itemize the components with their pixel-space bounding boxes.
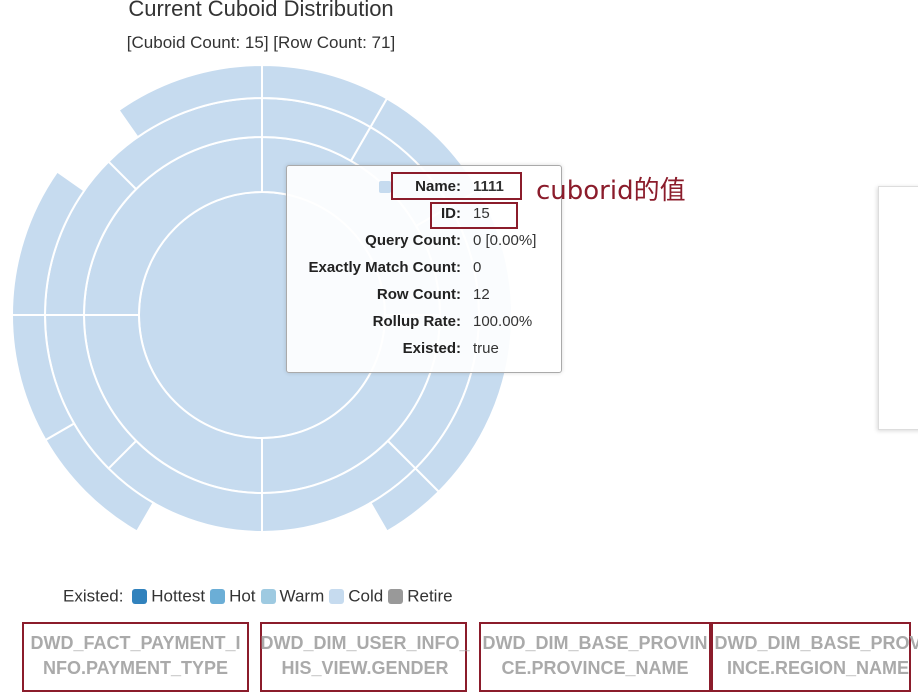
legend-text: Retire	[407, 586, 453, 606]
tooltip-row: ID: 15	[287, 205, 561, 225]
dimension-label-4: DWD_DIM_BASE_PROVINCE.REGION_NAME	[714, 633, 918, 678]
legend-swatch	[210, 589, 226, 605]
tooltip-label: Exactly Match Count:	[308, 259, 461, 276]
dimension-label-2: DWD_DIM_USER_INFO_HIS_VIEW.GENDER	[260, 633, 470, 678]
tooltip-row: Query Count: 0 [0.00%]	[287, 232, 561, 252]
legend-item-cold[interactable]: Cold	[325, 586, 384, 606]
legend: Existed: Hottest Hot Warm Cold Retire	[63, 586, 454, 607]
legend-text: Hottest	[151, 586, 206, 606]
legend-text: Hot	[229, 586, 256, 606]
tooltip-value: 100.00%	[473, 313, 533, 330]
legend-item-warm[interactable]: Warm	[257, 586, 325, 606]
legend-item-hot[interactable]: Hot	[206, 586, 256, 606]
tooltip-row: Exactly Match Count: 0	[287, 259, 561, 279]
legend-item-hottest[interactable]: Hottest	[128, 586, 206, 606]
tooltip-row: Row Count: 12	[287, 286, 561, 306]
dimension-label-1: DWD_FACT_PAYMENT_INFO.PAYMENT_TYPE	[30, 633, 241, 678]
legend-label: Existed:	[63, 586, 124, 606]
id-highlight-box	[430, 202, 518, 229]
annotation-text: cuborid的值	[536, 176, 686, 206]
name-highlight-box	[391, 172, 522, 200]
tooltip-label: Existed:	[402, 340, 461, 357]
tooltip-label: Row Count:	[376, 286, 461, 303]
legend-swatch	[260, 589, 276, 605]
tooltip-label: Rollup Rate:	[372, 313, 461, 330]
legend-swatch	[388, 589, 404, 605]
tooltip-row: Existed: true	[287, 340, 561, 360]
legend-swatch	[329, 589, 345, 605]
tooltip-value: 0	[473, 259, 482, 276]
legend-swatch	[132, 589, 148, 605]
dimension-label-3: DWD_DIM_BASE_PROVINCE.PROVINCE_NAME	[482, 633, 708, 678]
tooltip-value: 0 [0.00%]	[473, 232, 537, 249]
tooltip-value: 12	[473, 286, 490, 303]
side-panel	[878, 186, 918, 430]
tooltip-row: Rollup Rate: 100.00%	[287, 313, 561, 333]
legend-text: Warm	[279, 586, 325, 606]
legend-text: Cold	[348, 586, 384, 606]
legend-item-retire[interactable]: Retire	[384, 586, 453, 606]
tooltip-label: Query Count:	[365, 232, 461, 249]
tooltip-value: true	[473, 340, 499, 357]
